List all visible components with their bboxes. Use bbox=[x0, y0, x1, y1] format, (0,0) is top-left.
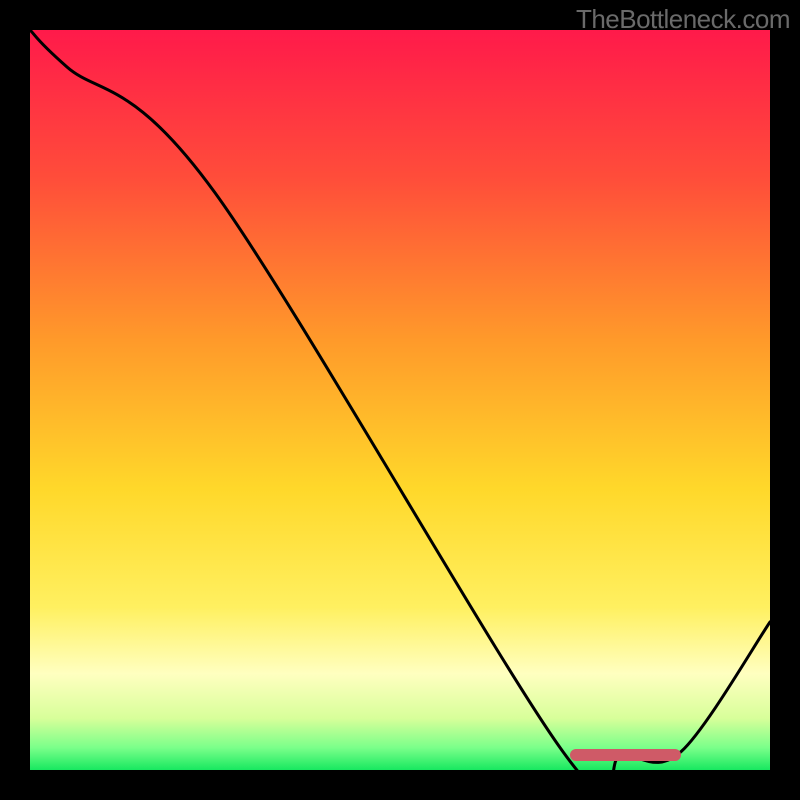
plot-area bbox=[30, 30, 770, 770]
optimal-range-marker bbox=[570, 749, 681, 761]
watermark-text: TheBottleneck.com bbox=[576, 4, 790, 35]
bottleneck-curve bbox=[30, 30, 770, 770]
chart-container: TheBottleneck.com bbox=[0, 0, 800, 800]
